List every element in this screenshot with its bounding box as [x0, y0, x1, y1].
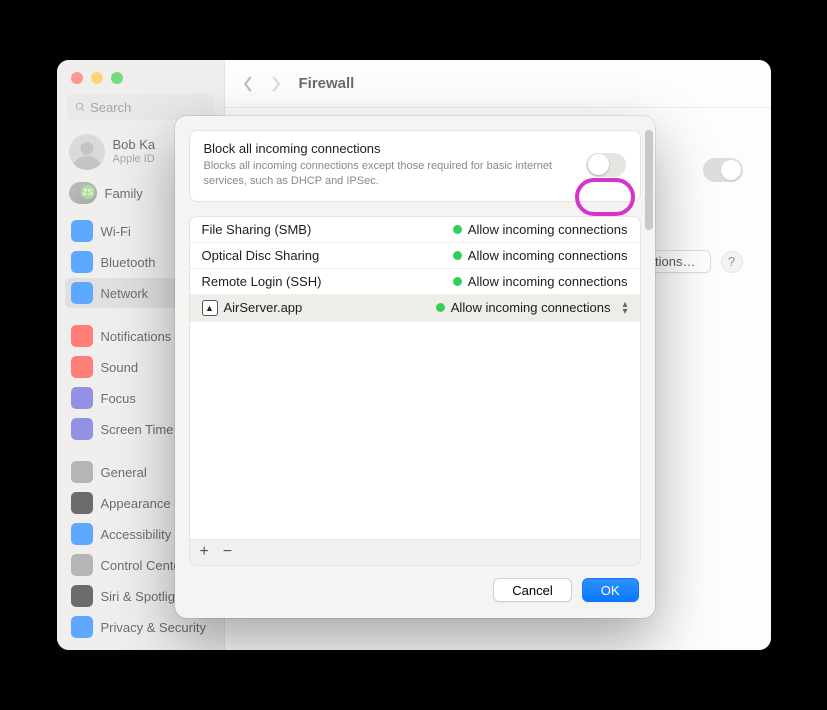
close-icon[interactable]: [71, 72, 83, 84]
status-dot-icon: [453, 225, 462, 234]
sidebar-icon: [71, 523, 93, 545]
sidebar-item-label: Siri & Spotlight: [101, 589, 186, 604]
status-dot-icon: [453, 277, 462, 286]
sidebar-item-label: Appearance: [101, 496, 171, 511]
sheet-actions: Cancel OK: [175, 566, 655, 618]
sidebar-item-label: Focus: [101, 391, 136, 406]
sidebar-item-label: Accessibility: [101, 527, 172, 542]
sidebar-icon: [71, 220, 93, 242]
sidebar-item-label: Network: [101, 286, 149, 301]
app-status: Allow incoming connections: [453, 274, 628, 289]
remove-button[interactable]: −: [223, 544, 232, 560]
app-row[interactable]: ▲AirServer.appAllow incoming connections…: [190, 295, 640, 322]
app-status[interactable]: Allow incoming connections▴▾: [436, 300, 628, 315]
app-row[interactable]: Optical Disc SharingAllow incoming conne…: [190, 243, 640, 269]
sidebar-icon: [71, 554, 93, 576]
sidebar-item-label: Control Center: [101, 558, 186, 573]
app-name: File Sharing (SMB): [202, 222, 453, 237]
sidebar-item-label: Sound: [101, 360, 139, 375]
search-input[interactable]: [90, 100, 205, 115]
sidebar-icon: [71, 585, 93, 607]
sidebar-item-label: Screen Time: [101, 422, 174, 437]
sidebar-item-label: Notifications: [101, 329, 172, 344]
apps-list: File Sharing (SMB)Allow incoming connect…: [189, 216, 641, 566]
sidebar-icon: [71, 461, 93, 483]
back-icon[interactable]: [241, 75, 255, 93]
sidebar-icon: [71, 387, 93, 409]
sidebar-item-label: General: [101, 465, 147, 480]
status-dot-icon: [436, 303, 445, 312]
chevron-up-down-icon[interactable]: ▴▾: [622, 301, 627, 315]
sidebar-icon: [71, 325, 93, 347]
firewall-options-sheet: Block all incoming connections Blocks al…: [175, 116, 655, 618]
sidebar-icon: [71, 418, 93, 440]
app-name: Optical Disc Sharing: [202, 248, 453, 263]
sidebar-icon: [71, 356, 93, 378]
app-row[interactable]: File Sharing (SMB)Allow incoming connect…: [190, 217, 640, 243]
topbar: Firewall: [225, 60, 771, 108]
zoom-icon[interactable]: [111, 72, 123, 84]
sidebar-icon: [71, 282, 93, 304]
family-icon: ZS: [69, 182, 97, 204]
app-name: Remote Login (SSH): [202, 274, 453, 289]
cancel-button[interactable]: Cancel: [493, 578, 571, 602]
block-all-description: Blocks all incoming connections except t…: [204, 159, 572, 189]
app-status: Allow incoming connections: [453, 248, 628, 263]
scrollbar[interactable]: [645, 130, 653, 230]
sidebar-icon: [71, 251, 93, 273]
sidebar-item-label: Privacy & Security: [101, 620, 206, 635]
minimize-icon[interactable]: [91, 72, 103, 84]
sidebar-item-label: Bluetooth: [101, 255, 156, 270]
add-button[interactable]: +: [200, 544, 209, 560]
block-all-toggle[interactable]: [586, 153, 626, 177]
avatar: [69, 134, 105, 170]
sidebar-icon: [71, 616, 93, 638]
ok-button[interactable]: OK: [582, 578, 639, 602]
sidebar-item-label: Family: [105, 186, 143, 201]
sidebar-item-label: Wi-Fi: [101, 224, 131, 239]
app-status: Allow incoming connections: [453, 222, 628, 237]
profile-subtitle: Apple ID: [113, 153, 156, 167]
block-all-title: Block all incoming connections: [204, 141, 572, 156]
app-row[interactable]: Remote Login (SSH)Allow incoming connect…: [190, 269, 640, 295]
app-name: ▲AirServer.app: [202, 300, 436, 316]
page-title: Firewall: [299, 75, 355, 92]
help-button[interactable]: ?: [721, 251, 743, 273]
app-icon: ▲: [202, 300, 218, 316]
apps-footer: + −: [190, 539, 640, 565]
block-all-card: Block all incoming connections Blocks al…: [189, 130, 641, 202]
profile-name: Bob Ka: [113, 137, 156, 153]
system-settings-window: Bob Ka Apple ID ZS Family Wi-Fi Bluetooth…: [57, 60, 771, 650]
window-controls: [57, 60, 224, 94]
forward-icon[interactable]: [269, 75, 283, 93]
sidebar-icon: [71, 492, 93, 514]
search-icon: [75, 101, 86, 113]
status-dot-icon: [453, 251, 462, 260]
firewall-toggle[interactable]: [703, 158, 743, 182]
